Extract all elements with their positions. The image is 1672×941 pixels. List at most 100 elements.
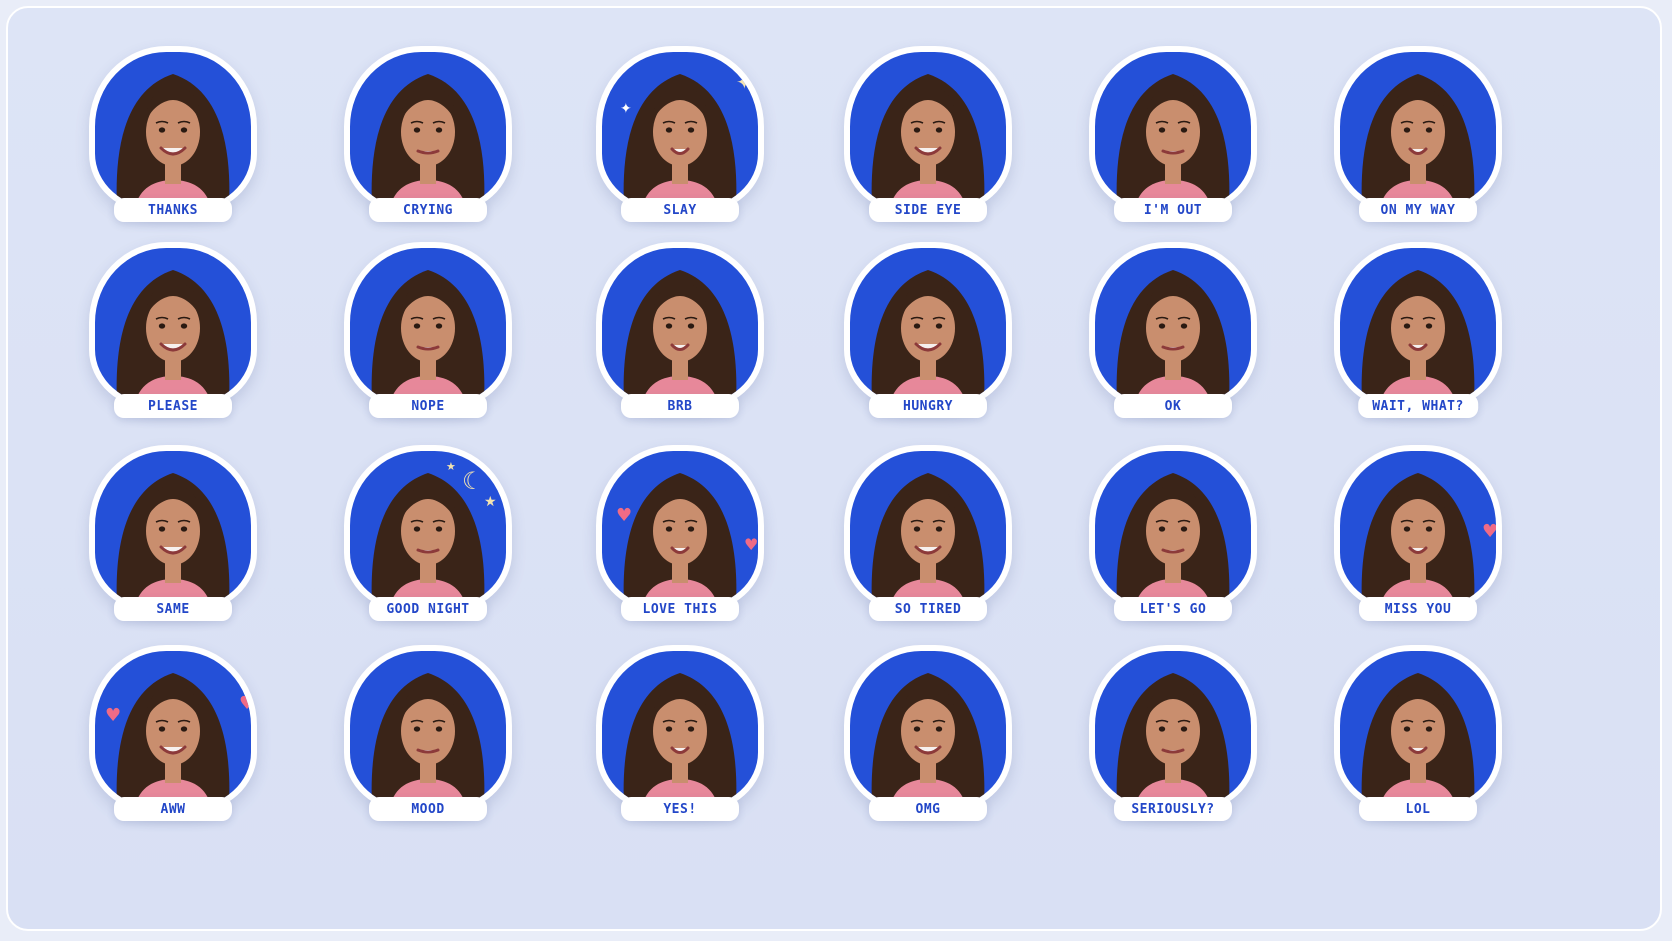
sticker-love-this[interactable]: ♥ ♥ LOVE THIS xyxy=(585,445,775,645)
sticker-label: SAME xyxy=(114,597,232,621)
sticker-thanks[interactable]: THANKS xyxy=(78,46,268,246)
heart-icon: ♥ xyxy=(616,505,633,526)
cheeks-hearts-sticker: ♥ ♥ xyxy=(89,645,257,813)
sticker-label: I'M OUT xyxy=(1114,198,1232,222)
sticker-omg[interactable]: OMG xyxy=(833,645,1023,845)
sticker-label: YES! xyxy=(621,797,739,821)
portrait-illustration xyxy=(623,74,737,208)
sticker-label: AWW xyxy=(114,797,232,821)
portrait-illustration xyxy=(1116,74,1230,208)
sticker-label: OK xyxy=(1114,394,1232,418)
sticker-label: HUNGRY xyxy=(869,394,987,418)
moon-icon: ☾ xyxy=(462,467,484,495)
sparkle-icon: ✦ xyxy=(736,70,753,94)
sticker-aww[interactable]: ♥ ♥ AWW xyxy=(78,645,268,845)
sticker-slay[interactable]: ✦ ✦ SLAY xyxy=(585,46,775,246)
crossed-arms-sticker xyxy=(344,242,512,410)
portrait-illustration xyxy=(623,673,737,807)
sticker-on-my-way[interactable]: ON MY WAY xyxy=(1323,46,1513,246)
sticker-lol[interactable]: LOL xyxy=(1323,645,1513,845)
portrait-illustration xyxy=(1361,74,1475,208)
sticker-nope[interactable]: NOPE xyxy=(333,242,523,442)
sticker-grid: THANKS CRYING ✦ ✦ SLAY SIDE EYE I'M OUT ON MY W… xyxy=(8,8,1660,929)
sticker-label: BRB xyxy=(621,394,739,418)
sticker-so-tired[interactable]: SO TIRED xyxy=(833,445,1023,645)
sticker-side-eye[interactable]: SIDE EYE xyxy=(833,46,1023,246)
gasp-face-sticker xyxy=(844,645,1012,813)
portrait-illustration xyxy=(1116,270,1230,404)
sticker-label: OMG xyxy=(869,797,987,821)
sticker-label: WAIT, WHAT? xyxy=(1358,394,1478,418)
portrait-illustration xyxy=(116,74,230,208)
sticker-crying[interactable]: CRYING xyxy=(333,46,523,246)
sticker-hungry[interactable]: HUNGRY xyxy=(833,242,1023,442)
sticker-label: THANKS xyxy=(114,198,232,222)
sticker-label: LET'S GO xyxy=(1114,597,1232,621)
sticker-same[interactable]: SAME xyxy=(78,445,268,645)
peace-sign-wink-sticker: ✦ ✦ xyxy=(596,46,764,214)
sticker-label: SIDE EYE xyxy=(869,198,987,222)
heart-eyes-sticker: ♥ ♥ xyxy=(596,445,764,613)
sticker-label: MISS YOU xyxy=(1359,597,1477,621)
heart-icon: ♥ xyxy=(1482,521,1499,542)
portrait-illustration xyxy=(1361,473,1475,607)
sticker-label: SERIOUSLY? xyxy=(1114,797,1232,821)
laughing-wink-sticker xyxy=(1334,645,1502,813)
waving-goodbye-sticker xyxy=(1089,46,1257,214)
portrait-illustration xyxy=(371,74,485,208)
sleeping-moon-sticker: ☾ ★ ★ xyxy=(344,445,512,613)
sticker-please[interactable]: PLEASE xyxy=(78,242,268,442)
waving-hand-sticker xyxy=(596,242,764,410)
thumbs-up-sticker xyxy=(596,645,764,813)
portrait-illustration xyxy=(871,74,985,208)
sticker-brb[interactable]: BRB xyxy=(585,242,775,442)
sticker-i-m-out[interactable]: I'M OUT xyxy=(1078,46,1268,246)
blowing-kiss-sticker: ♥ xyxy=(1334,445,1502,613)
praying-hands-sticker xyxy=(89,242,257,410)
portrait-illustration xyxy=(116,473,230,607)
sticker-miss-you[interactable]: ♥ MISS YOU xyxy=(1323,445,1513,645)
surprised-face-sticker xyxy=(1334,242,1502,410)
smiling-face-sticker xyxy=(89,46,257,214)
sticker-let-s-go[interactable]: LET'S GO xyxy=(1078,445,1268,645)
portrait-illustration xyxy=(116,270,230,404)
ok-hand-wink-sticker xyxy=(1089,242,1257,410)
sticker-good-night[interactable]: ☾ ★ ★ GOOD NIGHT xyxy=(333,445,523,645)
sticker-mood[interactable]: MOOD xyxy=(333,645,523,845)
side-eye-face-sticker xyxy=(844,46,1012,214)
sticker-label: PLEASE xyxy=(114,394,232,418)
sparkle-icon: ★ xyxy=(484,494,497,510)
sparkle-icon: ★ xyxy=(446,460,456,473)
heart-icon: ♥ xyxy=(105,705,122,726)
sticker-ok[interactable]: OK xyxy=(1078,242,1268,442)
portrait-illustration xyxy=(371,270,485,404)
fist-pump-sticker xyxy=(1089,445,1257,613)
sticker-sheet: THANKS CRYING ✦ ✦ SLAY SIDE EYE I'M OUT ON MY W… xyxy=(6,6,1662,931)
sticker-label: NOPE xyxy=(369,394,487,418)
sticker-wait-what[interactable]: WAIT, WHAT? xyxy=(1323,242,1513,442)
portrait-illustration xyxy=(1361,673,1475,807)
chin-rest-sticker xyxy=(344,645,512,813)
portrait-illustration xyxy=(623,473,737,607)
portrait-illustration xyxy=(371,673,485,807)
sticker-label: MOOD xyxy=(369,797,487,821)
portrait-illustration xyxy=(623,270,737,404)
fork-thinking-sticker xyxy=(844,242,1012,410)
sparkle-icon: ✦ xyxy=(620,101,632,117)
grinning-face-sticker xyxy=(89,445,257,613)
sticker-label: CRYING xyxy=(369,198,487,222)
yawning-face-sticker xyxy=(844,445,1012,613)
portrait-illustration xyxy=(1116,673,1230,807)
sticker-label: LOVE THIS xyxy=(621,597,739,621)
portrait-illustration xyxy=(1116,473,1230,607)
sticker-yes[interactable]: YES! xyxy=(585,645,775,845)
sticker-label: SLAY xyxy=(621,198,739,222)
portrait-illustration xyxy=(1361,270,1475,404)
sticker-label: LOL xyxy=(1359,797,1477,821)
portrait-illustration xyxy=(871,673,985,807)
portrait-illustration xyxy=(871,270,985,404)
sticker-seriously[interactable]: SERIOUSLY? xyxy=(1078,645,1268,845)
portrait-illustration xyxy=(871,473,985,607)
heart-icon: ♥ xyxy=(239,693,256,714)
pointing-hand-sticker xyxy=(1334,46,1502,214)
